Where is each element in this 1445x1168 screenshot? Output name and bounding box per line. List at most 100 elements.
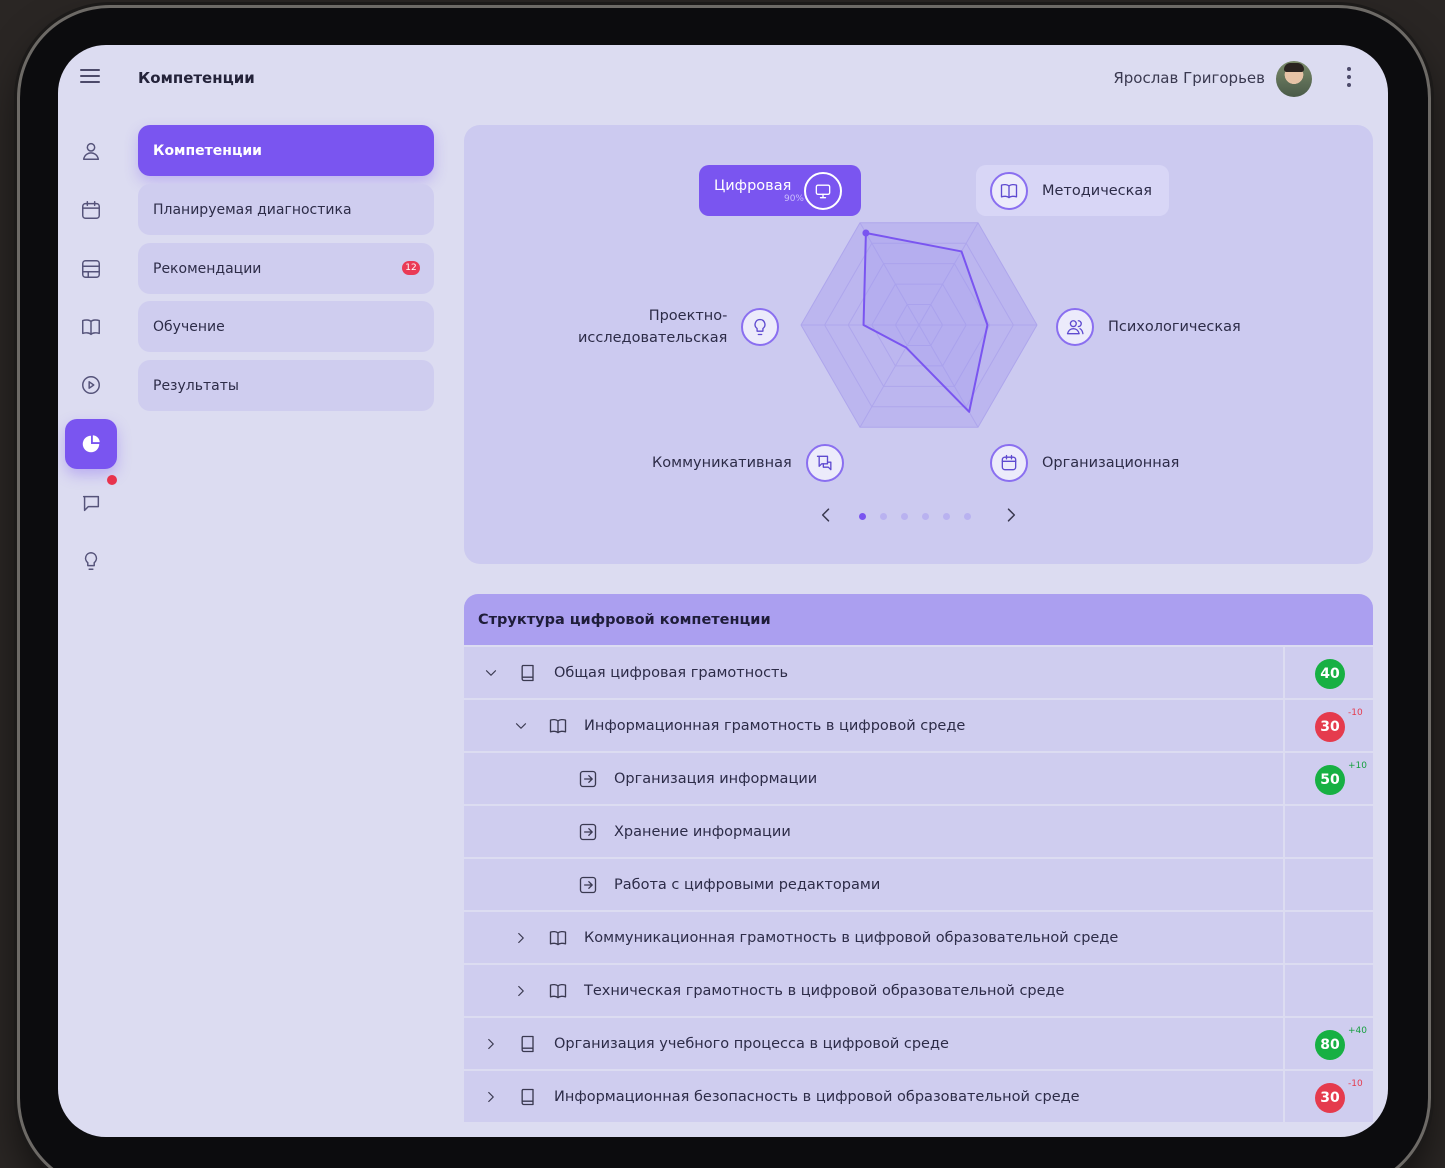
score-badge: 80 [1315, 1030, 1345, 1060]
row-content: Информационная грамотность в цифровой ср… [464, 700, 1285, 751]
monitor-icon [804, 171, 842, 210]
menu-item-competencies[interactable]: Компетенции [138, 125, 434, 176]
carousel-dot[interactable] [901, 513, 908, 520]
chevron-down-icon[interactable] [512, 717, 530, 735]
rail-play-icon[interactable] [65, 360, 117, 410]
table-row[interactable]: Работа с цифровыми редакторами [464, 857, 1373, 910]
user-name[interactable]: Ярослав Григорьев [1113, 69, 1265, 87]
chevron-down-icon[interactable] [482, 664, 500, 682]
menu-item-planned-diagnostics[interactable]: Планируемая диагностика [138, 184, 434, 235]
recommendations-count-badge: 12 [402, 261, 420, 275]
competency-project-label-line1: Проектно- [648, 308, 728, 324]
menu-item-label: Планируемая диагностика [153, 201, 352, 218]
rail-chat-icon[interactable] [65, 478, 117, 528]
rail-catalog-icon[interactable] [65, 244, 117, 294]
app-screen: Компетенции Ярослав Григорьев Компетенци… [58, 45, 1388, 1137]
rail-pie-chart-icon[interactable] [65, 419, 117, 469]
book-open-icon [548, 981, 568, 1001]
score-delta: -10 [1348, 1079, 1363, 1089]
radar-selected-point [862, 229, 870, 237]
competency-psychological[interactable]: Психологическая [1056, 307, 1241, 347]
chevron-spacer [542, 823, 560, 841]
row-content: Организация учебного процесса в цифровой… [464, 1018, 1285, 1069]
competency-organizational-label: Организационная [1042, 455, 1180, 471]
table-row[interactable]: Хранение информации [464, 804, 1373, 857]
score-cell [1285, 806, 1373, 857]
row-label: Информационная безопасность в цифровой о… [554, 1088, 1080, 1105]
chat-icon [805, 444, 844, 482]
competency-project-research[interactable]: Проектно- исследовательская [578, 305, 780, 349]
competency-methodical[interactable]: Методическая [976, 165, 1169, 216]
score-cell [1285, 912, 1373, 963]
row-label: Техническая грамотность в цифровой образ… [584, 982, 1065, 999]
calendar-icon [990, 444, 1028, 482]
table-row[interactable]: Техническая грамотность в цифровой образ… [464, 963, 1373, 1016]
carousel-prev-icon[interactable] [816, 505, 836, 525]
score-badge: 30 [1315, 712, 1345, 742]
book-open-icon [548, 928, 568, 948]
chevron-right-icon[interactable] [482, 1088, 500, 1106]
table-row[interactable]: Информационная грамотность в цифровой ср… [464, 698, 1373, 751]
score-delta: +10 [1348, 761, 1367, 771]
lightbulb-icon [741, 308, 780, 346]
score-cell: 50 +10 [1285, 753, 1373, 804]
menu-item-recommendations[interactable]: Рекомендации 12 [138, 243, 434, 294]
row-label: Организация информации [614, 770, 818, 787]
score-cell: 80 +40 [1285, 1018, 1373, 1069]
row-content: Информационная безопасность в цифровой о… [464, 1071, 1285, 1122]
table-row[interactable]: Организация информации 50 +10 [464, 751, 1373, 804]
chevron-right-icon[interactable] [512, 982, 530, 1000]
competency-project-label-line2: исследовательская [578, 330, 728, 346]
row-label: Общая цифровая грамотность [554, 664, 789, 681]
book-closed-icon [518, 1087, 538, 1107]
menu-item-learning[interactable]: Обучение [138, 301, 434, 352]
menu-item-results[interactable]: Результаты [138, 360, 434, 411]
rail-user-icon[interactable] [65, 126, 117, 176]
users-icon [1056, 308, 1094, 346]
score-cell: 30 -10 [1285, 700, 1373, 751]
row-label: Хранение информации [614, 823, 791, 840]
table-row[interactable]: Организация учебного процесса в цифровой… [464, 1016, 1373, 1069]
menu-item-label: Компетенции [153, 142, 262, 159]
menu-item-label: Рекомендации [153, 260, 262, 277]
row-label: Работа с цифровыми редакторами [614, 876, 881, 893]
book-icon [990, 171, 1028, 210]
chevron-spacer [542, 876, 560, 894]
table-row[interactable]: Общая цифровая грамотность 40 [464, 645, 1373, 698]
competency-digital-label: Цифровая [714, 177, 792, 194]
row-content: Техническая грамотность в цифровой образ… [464, 965, 1285, 1016]
competency-communicative[interactable]: Коммуникативная [652, 443, 844, 483]
competency-psychological-label: Психологическая [1108, 319, 1241, 335]
score-cell [1285, 965, 1373, 1016]
table-row[interactable]: Коммуникационная грамотность в цифровой … [464, 910, 1373, 963]
chat-notification-dot [107, 475, 117, 485]
page-title: Компетенции [138, 69, 255, 87]
competency-digital-percent: 90% [783, 193, 804, 204]
row-content: Работа с цифровыми редакторами [464, 859, 1285, 910]
carousel-next-icon[interactable] [1001, 505, 1021, 525]
chevron-right-icon[interactable] [512, 929, 530, 947]
score-badge: 50 [1315, 765, 1345, 795]
score-cell: 30 -10 [1285, 1071, 1373, 1122]
row-content: Хранение информации [464, 806, 1285, 857]
rail-calendar-icon[interactable] [65, 185, 117, 235]
chevron-right-icon[interactable] [482, 1035, 500, 1053]
row-label: Информационная грамотность в цифровой ср… [584, 717, 966, 734]
more-options-icon[interactable] [1346, 67, 1352, 87]
competency-digital[interactable]: Цифровая 90% [699, 165, 861, 216]
carousel-dot[interactable] [880, 513, 887, 520]
table-row[interactable]: Информационная безопасность в цифровой о… [464, 1069, 1373, 1122]
menu-icon[interactable] [80, 69, 100, 85]
rail-book-icon[interactable] [65, 302, 117, 352]
table-title: Структура цифровой компетенции [464, 594, 1373, 645]
carousel-dot[interactable] [859, 513, 866, 520]
avatar[interactable] [1276, 61, 1312, 97]
carousel-dot[interactable] [964, 513, 971, 520]
competency-organizational[interactable]: Организационная [990, 443, 1179, 483]
arrow-box-icon [578, 822, 598, 842]
rail-lightbulb-icon[interactable] [65, 536, 117, 586]
carousel-dot[interactable] [922, 513, 929, 520]
book-closed-icon [518, 1034, 538, 1054]
chevron-spacer [542, 770, 560, 788]
carousel-dot[interactable] [943, 513, 950, 520]
